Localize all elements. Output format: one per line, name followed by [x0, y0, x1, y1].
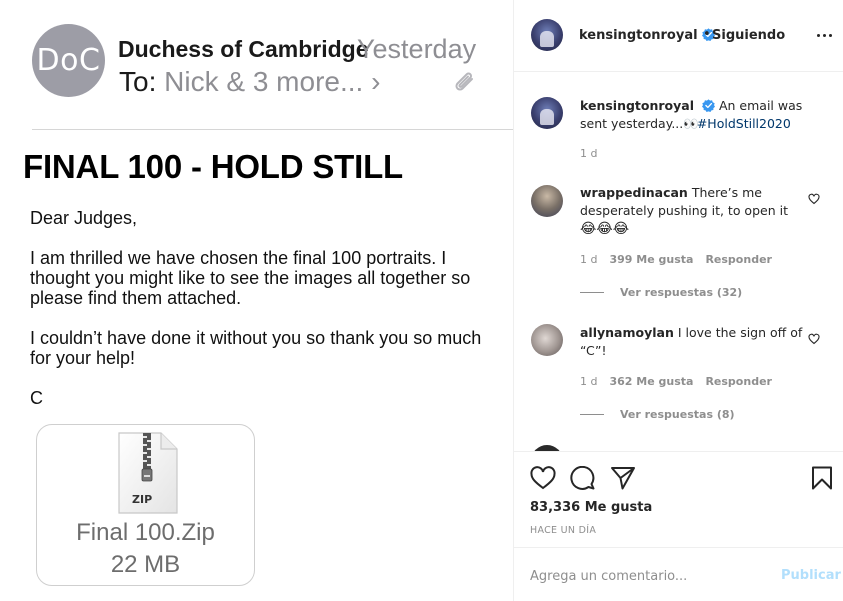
- reply-button[interactable]: Responder: [705, 375, 772, 388]
- comment-icon[interactable]: [570, 466, 596, 490]
- separator-dot: •: [703, 27, 711, 42]
- commenter-avatar[interactable]: [531, 324, 563, 356]
- likes-count[interactable]: 83,336 Me gusta: [530, 500, 652, 515]
- view-replies-button[interactable]: Ver respuestas (8): [580, 408, 735, 421]
- post-image-email: DoC Duchess of Cambridge Yesterday To: N…: [0, 0, 513, 601]
- author-username[interactable]: kensingtonroyal: [579, 28, 715, 43]
- share-icon[interactable]: [610, 466, 636, 490]
- heart-icon[interactable]: [530, 466, 556, 490]
- heart-icon[interactable]: [808, 333, 820, 345]
- view-replies-button[interactable]: Ver respuestas (32): [580, 286, 742, 299]
- caption-username[interactable]: kensingtonroyal: [580, 98, 694, 113]
- verified-badge-icon: [702, 99, 715, 112]
- sent-time: Yesterday: [357, 34, 477, 64]
- post-header: kensingtonroyal • Siguiendo: [514, 0, 843, 72]
- email-body: Dear Judges, I am thrilled we have chose…: [30, 208, 490, 428]
- save-icon[interactable]: [811, 466, 833, 490]
- email-greeting: Dear Judges,: [30, 208, 138, 228]
- recipients-row: To: Nick & 3 more... ›: [119, 66, 380, 98]
- caption-age[interactable]: 1 d: [580, 147, 597, 160]
- email-signoff: C: [30, 388, 43, 408]
- comment-username[interactable]: wrappedinacan: [580, 185, 688, 200]
- paperclip-icon: [455, 72, 473, 91]
- view-replies-label[interactable]: Ver respuestas (32): [620, 286, 742, 299]
- replies-line: [580, 292, 604, 293]
- laughing-emoji: 😂😂😂: [580, 221, 630, 237]
- comment-username[interactable]: allynamoylan: [580, 325, 674, 340]
- comment: allynamoylan I love the sign off of “C”!: [580, 324, 808, 360]
- comments-list[interactable]: kensingtonroyal An email was sent yester…: [514, 73, 843, 451]
- caption-avatar[interactable]: [531, 97, 563, 129]
- heart-icon[interactable]: [808, 193, 820, 205]
- commenter-avatar[interactable]: [531, 185, 563, 217]
- posted-time[interactable]: HACE UN DÍA: [530, 525, 596, 536]
- caption: kensingtonroyal An email was sent yester…: [580, 97, 830, 133]
- eyes-emoji: 👀: [683, 116, 699, 131]
- email-heading: FINAL 100 - HOLD STILL: [23, 148, 404, 185]
- view-replies-label[interactable]: Ver respuestas (8): [620, 408, 735, 421]
- comment: wrappedinacan There’s me desperately pus…: [580, 184, 808, 238]
- comment-input[interactable]: [530, 566, 760, 586]
- email-paragraph: I am thrilled we have chosen the final 1…: [30, 248, 471, 308]
- hashtag-link[interactable]: #HoldStill2020: [697, 116, 791, 131]
- zip-attachment: ZIP Final 100.Zip 22 MB: [36, 424, 255, 586]
- comment-meta: 1 d 362 Me gusta Responder: [580, 375, 772, 388]
- post-side-panel: kensingtonroyal • Siguiendo kensingtonro…: [513, 0, 843, 601]
- comment-age[interactable]: 1 d: [580, 253, 597, 266]
- chevron-right-icon: ›: [371, 66, 381, 97]
- replies-line: [580, 414, 604, 415]
- zip-badge: ZIP: [132, 493, 153, 506]
- comment-age[interactable]: 1 d: [580, 375, 597, 388]
- author-avatar[interactable]: [531, 19, 563, 51]
- reply-button[interactable]: Responder: [705, 253, 772, 266]
- sender-avatar: DoC: [32, 24, 105, 97]
- to-label: To:: [119, 66, 157, 97]
- sender-name: Duchess of Cambridge: [118, 36, 369, 62]
- attachment-name: Final 100.Zip: [76, 519, 215, 546]
- attachment-size: 22 MB: [110, 551, 181, 578]
- comment-likes[interactable]: 399 Me gusta: [609, 253, 693, 266]
- email-divider: [32, 129, 513, 130]
- following-button[interactable]: Siguiendo: [712, 28, 785, 43]
- email-paragraph: I couldn’t have done it without you so t…: [30, 328, 482, 368]
- post-actions: 83,336 Me gusta HACE UN DÍA: [514, 451, 843, 547]
- add-comment-bar: Publicar: [514, 547, 843, 601]
- more-options-icon[interactable]: [817, 34, 833, 38]
- recipients-value: Nick & 3 more...: [164, 66, 364, 97]
- comment-meta: 1 d 399 Me gusta Responder: [580, 253, 772, 266]
- publish-button[interactable]: Publicar: [781, 568, 841, 583]
- comment-likes[interactable]: 362 Me gusta: [609, 375, 693, 388]
- author-username-text[interactable]: kensingtonroyal: [579, 28, 698, 43]
